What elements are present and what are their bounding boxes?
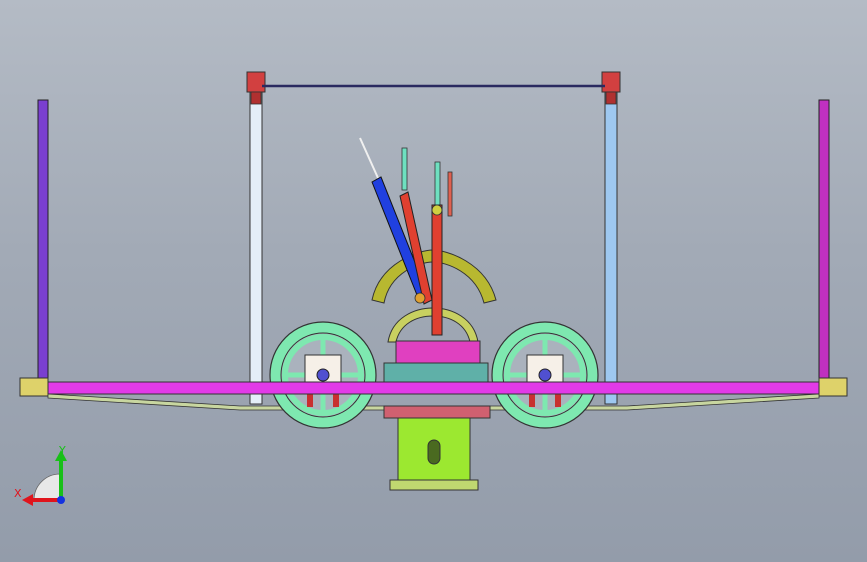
right-side-panel xyxy=(818,99,848,397)
right-wheel xyxy=(491,321,599,429)
z-axis-dot-icon xyxy=(57,496,65,504)
main-base-plate xyxy=(47,381,820,395)
left-side-panel xyxy=(19,99,49,397)
bottom-mount-plate xyxy=(383,405,491,491)
right-tall-post xyxy=(601,71,621,405)
y-axis-label: Y xyxy=(58,444,66,457)
x-arrowhead-icon xyxy=(22,494,33,506)
left-tall-post xyxy=(246,71,266,405)
x-axis-label: X xyxy=(14,487,22,500)
coordinate-triad: Y X xyxy=(14,444,67,506)
center-pink-block xyxy=(383,340,489,384)
cad-viewport[interactable]: Y X xyxy=(0,0,867,562)
left-wheel xyxy=(269,321,377,429)
red-lever xyxy=(399,147,453,336)
